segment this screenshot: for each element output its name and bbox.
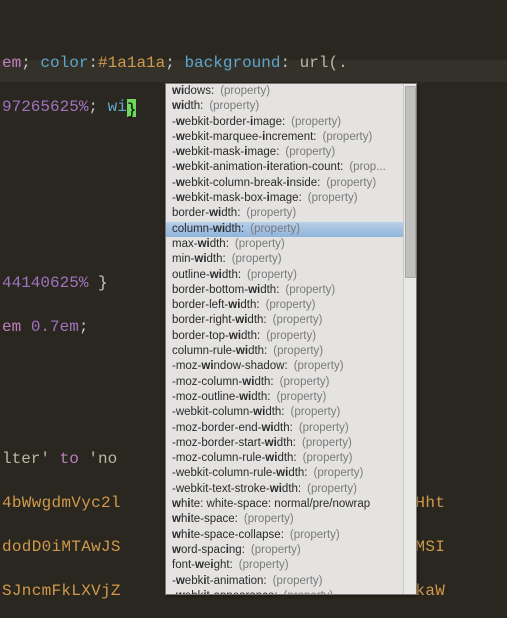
autocomplete-item[interactable]: outline-width:(property) — [166, 268, 404, 283]
autocomplete-item[interactable]: -moz-border-end-width:(property) — [166, 421, 404, 436]
code-token: ; — [165, 54, 184, 72]
code-token: 'no — [88, 450, 117, 468]
autocomplete-item[interactable]: -webkit-mask-image:(property) — [166, 145, 404, 160]
autocomplete-list[interactable]: widows:(property)width:(property)-webkit… — [166, 84, 404, 594]
autocomplete-item[interactable]: -webkit-border-image:(property) — [166, 115, 404, 130]
code-typed-text: wi — [108, 98, 127, 116]
autocomplete-item[interactable]: white-space:(property) — [166, 512, 404, 527]
text-cursor: } — [127, 99, 136, 117]
code-token: color — [40, 54, 88, 72]
code-token: ; — [88, 98, 107, 116]
autocomplete-item[interactable]: border-left-width:(property) — [166, 298, 404, 313]
autocomplete-item[interactable]: column-width:(property) — [166, 222, 404, 237]
autocomplete-item[interactable]: -moz-column-width:(property) — [166, 375, 404, 390]
autocomplete-item[interactable]: -webkit-animation-iteration-count:(prop.… — [166, 160, 404, 175]
autocomplete-item[interactable]: -webkit-animation:(property) — [166, 574, 404, 589]
code-token: } — [88, 274, 107, 292]
autocomplete-scrollbar[interactable] — [403, 84, 416, 594]
autocomplete-item[interactable]: -webkit-text-stroke-width:(property) — [166, 482, 404, 497]
autocomplete-item[interactable]: column-rule-width:(property) — [166, 344, 404, 359]
code-token: to — [60, 450, 89, 468]
autocomplete-item[interactable]: border-right-width:(property) — [166, 313, 404, 328]
autocomplete-item[interactable]: -moz-window-shadow:(property) — [166, 359, 404, 374]
autocomplete-scroll-thumb[interactable] — [405, 86, 416, 278]
autocomplete-item[interactable]: -moz-column-rule-width:(property) — [166, 451, 404, 466]
autocomplete-item[interactable]: -moz-border-start-width:(property) — [166, 436, 404, 451]
autocomplete-item[interactable]: min-width:(property) — [166, 252, 404, 267]
autocomplete-item[interactable]: font-weight:(property) — [166, 558, 404, 573]
autocomplete-item[interactable]: border-bottom-width:(property) — [166, 283, 404, 298]
code-token: 97265625% — [2, 98, 88, 116]
autocomplete-item[interactable]: -webkit-column-break-inside:(property) — [166, 176, 404, 191]
autocomplete-item[interactable]: -webkit-column-rule-width:(property) — [166, 466, 404, 481]
autocomplete-popup: widows:(property)width:(property)-webkit… — [165, 83, 417, 595]
autocomplete-item[interactable]: -moz-outline-width:(property) — [166, 390, 404, 405]
code-token: dodD0iMTAwJS — [2, 538, 121, 556]
code-token: ; — [79, 318, 89, 336]
autocomplete-item[interactable]: -webkit-mask-box-image:(property) — [166, 191, 404, 206]
code-token: 44140625% — [2, 274, 88, 292]
code-token: lter' — [2, 450, 60, 468]
autocomplete-item[interactable]: white: white-space: normal/pre/nowrap — [166, 497, 404, 512]
code-token: em — [2, 54, 21, 72]
code-token: 4bWwgdmVyc2l — [2, 494, 121, 512]
code-token: 0.7em — [31, 318, 79, 336]
autocomplete-item[interactable]: widows:(property) — [166, 84, 404, 99]
autocomplete-item[interactable]: border-top-width:(property) — [166, 329, 404, 344]
code-token: ; — [21, 54, 40, 72]
code-token: : — [88, 54, 98, 72]
code-token: : — [280, 54, 299, 72]
code-token: em — [2, 318, 31, 336]
code-token: #1a1a1a — [98, 54, 165, 72]
code-token: background — [184, 54, 280, 72]
code-token: SJncmFkLXVjZ — [2, 582, 121, 600]
autocomplete-item[interactable]: -webkit-column-width:(property) — [166, 405, 404, 420]
autocomplete-item[interactable]: -webkit-appearance:(property) — [166, 589, 404, 594]
autocomplete-item[interactable]: border-width:(property) — [166, 206, 404, 221]
autocomplete-item[interactable]: white-space-collapse:(property) — [166, 528, 404, 543]
autocomplete-item[interactable]: width:(property) — [166, 99, 404, 114]
autocomplete-item[interactable]: -webkit-marquee-increment:(property) — [166, 130, 404, 145]
autocomplete-item[interactable]: word-spacing:(property) — [166, 543, 404, 558]
autocomplete-item[interactable]: max-width:(property) — [166, 237, 404, 252]
code-token: url(. — [300, 54, 348, 72]
